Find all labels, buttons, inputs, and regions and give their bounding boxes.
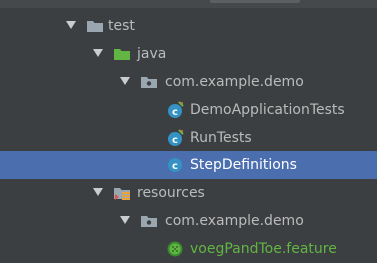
- tree-item-label: DemoApplicationTests: [190, 102, 345, 118]
- scrolled-off-row: [0, 0, 377, 8]
- test-class-icon: c: [166, 129, 184, 147]
- chevron-down-icon[interactable]: [66, 21, 76, 29]
- tree-item-resources[interactable]: resources: [0, 179, 377, 207]
- resources-folder-icon: [113, 184, 131, 202]
- test-source-folder-icon: [113, 45, 131, 63]
- class-icon: c: [166, 156, 184, 174]
- chevron-down-icon[interactable]: [93, 49, 103, 57]
- tree-item-label: com.example.demo: [165, 213, 304, 229]
- tree-item-test[interactable]: test: [0, 12, 377, 40]
- tree-item-label: resources: [137, 185, 205, 201]
- tree-item-package[interactable]: com.example.demo: [0, 68, 377, 96]
- package-icon: [140, 212, 158, 230]
- folder-icon: [86, 17, 104, 35]
- svg-text:c: c: [172, 161, 178, 172]
- scrolled-off-text: [210, 0, 300, 3]
- chevron-down-icon[interactable]: [93, 188, 103, 196]
- tree-item-label: java: [137, 46, 167, 62]
- tree-item-resources-package[interactable]: com.example.demo: [0, 207, 377, 235]
- tree-item-label: com.example.demo: [165, 74, 304, 90]
- tree-item-label: StepDefinitions: [190, 157, 297, 173]
- chevron-down-icon[interactable]: [120, 216, 130, 224]
- tree-item-voeg-pand-toe-feature[interactable]: voegPandToe.feature: [0, 235, 377, 263]
- cucumber-icon: [166, 240, 184, 258]
- svg-text:c: c: [172, 107, 178, 118]
- chevron-down-icon[interactable]: [120, 77, 130, 85]
- tree-item-java[interactable]: java: [0, 40, 377, 68]
- tree-item-step-definitions[interactable]: c StepDefinitions: [0, 151, 377, 179]
- svg-text:c: c: [172, 135, 178, 146]
- test-class-icon: c: [166, 101, 184, 119]
- tree-item-label: test: [108, 18, 135, 34]
- tree-item-run-tests[interactable]: c RunTests: [0, 124, 377, 152]
- tree-item-demo-application-tests[interactable]: c DemoApplicationTests: [0, 96, 377, 124]
- project-tree: test java com.example.demo c DemoApplica…: [0, 0, 377, 260]
- package-icon: [140, 73, 158, 91]
- tree-item-label: voegPandToe.feature: [190, 241, 337, 257]
- tree-item-label: RunTests: [190, 130, 252, 146]
